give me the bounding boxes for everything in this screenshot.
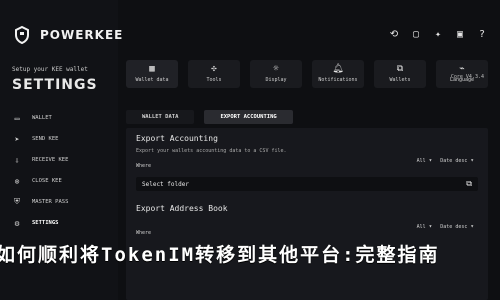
theme-icon[interactable]: ✦ xyxy=(432,28,444,40)
tab-notifications[interactable]: 🔔︎ Notifications xyxy=(312,60,364,88)
sub-tabs: WALLET DATA EXPORT ACCOUNTING xyxy=(126,110,488,124)
tools-icon: ✣ xyxy=(211,64,217,74)
chevron-down-icon: ▾ xyxy=(428,157,433,164)
send-icon: ➤ xyxy=(14,134,20,144)
subtab-export-accounting[interactable]: EXPORT ACCOUNTING xyxy=(204,110,293,124)
subtab-wallet-data[interactable]: WALLET DATA xyxy=(126,110,195,124)
filter-date-select-2[interactable]: Date desc ▾ xyxy=(440,223,474,230)
notifications-icon: 🔔︎ xyxy=(332,64,344,74)
language-icon: ⌁ xyxy=(459,64,465,74)
page-title: SETTINGS xyxy=(12,77,98,93)
sidebar-item-label: SETTINGS xyxy=(32,220,59,226)
tagline: Setup your KEE wallet xyxy=(12,66,88,73)
sidebar-item-label: MASTER PASS xyxy=(32,199,69,205)
wallets-icon: ⧉ xyxy=(396,64,404,74)
overlay-caption: 如何顺利将TokenIM转移到其他平台:完整指南 xyxy=(0,244,440,266)
tab-label: Display xyxy=(265,77,287,83)
chevron-down-icon: ▾ xyxy=(470,223,474,230)
sidebar-item-label: CLOSE KEE xyxy=(32,178,62,184)
filter-date-value-2: Date desc xyxy=(440,224,468,230)
filter-all-select[interactable]: All ▾ xyxy=(417,157,433,164)
sidebar-item-master-pass[interactable]: ⛨ MASTER PASS xyxy=(12,197,106,207)
sidebar-item-close-kee[interactable]: ⊗ CLOSE KEE xyxy=(12,176,106,186)
filter-date-select[interactable]: Date desc ▾ xyxy=(440,157,474,164)
sidebar-item-label: WALLET xyxy=(32,115,52,121)
sidebar-item-wallet[interactable]: ▭ WALLET xyxy=(12,113,106,123)
app-window: POWERKEE Setup your KEE wallet SETTINGS … xyxy=(0,0,500,300)
tab-label: Wallet data xyxy=(135,77,169,83)
chevron-down-icon: ▾ xyxy=(428,223,433,230)
where-label-2: Where xyxy=(136,230,152,236)
sidebar-item-receive-kee[interactable]: ⇩ RECEIVE KEE xyxy=(12,155,106,165)
shield-logo-icon xyxy=(12,24,32,46)
help-icon[interactable]: ? xyxy=(476,28,488,40)
sidebar-item-send-kee[interactable]: ➤ SEND KEE xyxy=(12,134,106,144)
export-accounting-desc: Export your wallets accounting data to a… xyxy=(136,148,287,154)
sidebar-nav: ▭ WALLET ➤ SEND KEE ⇩ RECEIVE KEE ⊗ CLOS… xyxy=(12,113,106,228)
display-icon: ☼ xyxy=(273,64,279,74)
settings-tabs: ▦ Wallet data ✣ Tools ☼ Display 🔔︎ Notif… xyxy=(126,60,488,88)
chevron-down-icon: ▾ xyxy=(470,157,474,164)
export-accounting-title: Export Accounting xyxy=(136,134,218,143)
export-accounting-filters: All ▾ Date desc ▾ xyxy=(417,157,474,164)
open-folder-icon[interactable]: ⧉ xyxy=(466,179,472,189)
tab-wallets[interactable]: ⧉ Wallets xyxy=(374,60,426,88)
tab-display[interactable]: ☼ Display xyxy=(250,60,302,88)
folder-picker[interactable]: Select folder ⧉ xyxy=(136,177,478,191)
refresh-icon[interactable]: ⟲ xyxy=(388,28,400,40)
filter-date-value: Date desc xyxy=(440,158,468,164)
window-icon[interactable]: ▣ xyxy=(454,28,466,40)
wallet-icon: ▭ xyxy=(14,113,20,123)
minimize-icon[interactable]: ▢ xyxy=(410,28,422,40)
tab-label: Wallets xyxy=(389,77,411,83)
filter-all-value-2: All xyxy=(416,224,426,230)
filter-all-value: All xyxy=(416,158,426,164)
shield-icon: ⛨ xyxy=(14,197,20,206)
sidebar-item-label: RECEIVE KEE xyxy=(32,157,69,163)
brand: POWERKEE xyxy=(12,24,122,46)
tab-wallet-data[interactable]: ▦ Wallet data xyxy=(126,60,178,88)
where-label: Where xyxy=(136,163,152,169)
tab-label: Notifications xyxy=(318,77,358,83)
close-icon: ⊗ xyxy=(14,176,20,186)
brand-name: POWERKEE xyxy=(40,28,124,42)
version-label: Core V4.3.4 xyxy=(450,74,484,80)
wallet-data-icon: ▦ xyxy=(149,64,155,74)
export-panel: Export Accounting Export your wallets ac… xyxy=(126,128,488,300)
gear-icon: ⚙ xyxy=(14,218,20,228)
folder-placeholder: Select folder xyxy=(142,180,189,188)
window-controls: ⟲ ▢ ✦ ▣ ? xyxy=(388,28,488,40)
filter-all-select-2[interactable]: All ▾ xyxy=(417,223,433,230)
tab-tools[interactable]: ✣ Tools xyxy=(188,60,240,88)
export-address-book-filters: All ▾ Date desc ▾ xyxy=(417,223,474,230)
sidebar-item-settings[interactable]: ⚙ SETTINGS xyxy=(12,218,106,228)
receive-icon: ⇩ xyxy=(14,155,20,165)
tab-label: Tools xyxy=(206,77,222,83)
sidebar-item-label: SEND KEE xyxy=(32,136,59,142)
export-address-book-title: Export Address Book xyxy=(136,204,228,213)
